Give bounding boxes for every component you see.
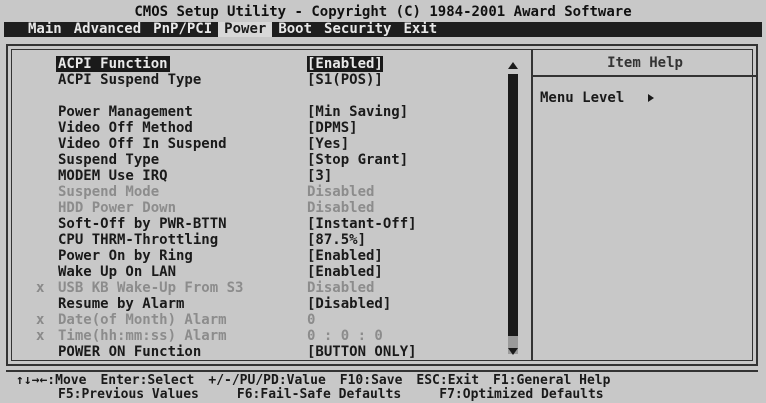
setting-label: Resume by Alarm — [58, 296, 185, 312]
setting-label: POWER ON Function — [58, 344, 202, 360]
setting-label: Power Management — [58, 104, 193, 120]
setting-row[interactable]: CPU THRM-Throttling [87.5%] — [12, 232, 502, 248]
footer-line-1: ↑↓→←:Move Enter:Select +/-/PU/PD:Value F10:… — [16, 374, 610, 388]
tab-exit[interactable]: Exit — [397, 22, 443, 37]
setting-label: Soft-Off by PWR-BTTN — [58, 216, 227, 232]
setting-label: ACPI Function — [56, 56, 170, 72]
arrow-right-icon — [648, 94, 655, 102]
setting-row: x USB KB Wake-Up From S3 Disabled — [12, 280, 502, 296]
setting-label: ACPI Suspend Type — [58, 72, 202, 88]
setting-row[interactable]: Power Management [Min Saving] — [12, 104, 502, 120]
key-help-footer: ↑↓→←:Move Enter:Select +/-/PU/PD:Value F10:… — [6, 370, 758, 402]
tab-main[interactable]: Main — [4, 22, 68, 37]
setting-value[interactable]: [3] — [307, 168, 332, 184]
setting-value[interactable]: [DPMS] — [307, 120, 358, 136]
setting-row[interactable]: Video Off In Suspend [Yes] — [12, 136, 502, 152]
setting-row[interactable]: ACPI Suspend Type [S1(POS)] — [12, 72, 502, 88]
key-hint-general-help: F1:General Help — [493, 373, 611, 388]
setting-label: HDD Power Down — [58, 200, 177, 216]
setting-label: Video Off In Suspend — [58, 136, 227, 152]
setting-row[interactable]: ACPI Function [Enabled] — [12, 56, 502, 72]
menu-bar: Main Advanced PnP/PCI Power Boot Securit… — [4, 22, 762, 37]
setting-value: 0 — [307, 312, 316, 328]
scroll-thumb[interactable] — [508, 74, 518, 336]
setting-row: x Time(hh:mm:ss) Alarm 0 : 0 : 0 — [12, 328, 502, 344]
tab-pnp-pci[interactable]: PnP/PCI — [147, 22, 218, 37]
scrollbar[interactable] — [506, 56, 522, 361]
setting-value[interactable]: [Enabled] — [307, 56, 383, 72]
setting-value[interactable]: [Min Saving] — [307, 104, 408, 120]
key-hint-select: Enter:Select — [100, 373, 195, 388]
scroll-up-arrow-icon[interactable] — [508, 62, 518, 69]
menu-level-label: Menu Level — [540, 90, 625, 106]
setting-value[interactable]: [Enabled] — [307, 248, 383, 264]
tab-advanced[interactable]: Advanced — [68, 22, 147, 37]
key-hint-optimized: F7:Optimized Defaults — [439, 387, 604, 402]
setting-value-highlight[interactable]: [Enabled] — [307, 56, 383, 72]
setting-row[interactable]: Power On by Ring [Enabled] — [12, 248, 502, 264]
setting-value: Disabled — [307, 184, 375, 200]
tab-security[interactable]: Security — [318, 22, 397, 37]
setting-row[interactable]: Resume by Alarm [Disabled] — [12, 296, 502, 312]
setting-value: Disabled — [307, 200, 375, 216]
setting-row[interactable]: Soft-Off by PWR-BTTN [Instant-Off] — [12, 216, 502, 232]
setting-row: HDD Power Down Disabled — [12, 200, 502, 216]
setting-label: Suspend Mode — [58, 184, 160, 200]
setting-row[interactable]: Wake Up On LAN [Enabled] — [12, 264, 502, 280]
setting-mark: x — [36, 312, 45, 328]
setting-value: 0 : 0 : 0 — [307, 328, 383, 344]
setting-value[interactable]: [BUTTON ONLY] — [307, 344, 417, 360]
app-title: CMOS Setup Utility - Copyright (C) 1984-… — [134, 4, 632, 20]
key-hint-previous-values: F5:Previous Values — [58, 387, 199, 402]
setting-label: Video Off Method — [58, 120, 193, 136]
setting-row[interactable]: POWER ON Function [BUTTON ONLY] — [12, 344, 502, 360]
setting-label: Time(hh:mm:ss) Alarm — [58, 328, 227, 344]
setting-value[interactable]: [87.5%] — [307, 232, 366, 248]
setting-row: Suspend Mode Disabled — [12, 184, 502, 200]
setting-value[interactable]: [Instant-Off] — [307, 216, 417, 232]
setting-label: Suspend Type — [58, 152, 160, 168]
setting-label: USB KB Wake-Up From S3 — [58, 280, 244, 296]
setting-mark: x — [36, 328, 45, 344]
panel-divider — [531, 50, 533, 360]
key-hint-save: F10:Save — [339, 373, 403, 388]
key-hint-exit: ESC:Exit — [416, 373, 480, 388]
setting-label: MODEM Use IRQ — [58, 168, 168, 184]
setting-value[interactable]: [S1(POS)] — [307, 72, 383, 88]
setting-value: Disabled — [307, 280, 375, 296]
setting-value[interactable]: [Stop Grant] — [307, 152, 408, 168]
tab-power[interactable]: Power — [218, 22, 273, 37]
menu-level: Menu Level — [540, 90, 655, 106]
setting-row[interactable]: MODEM Use IRQ [3] — [12, 168, 502, 184]
setting-row[interactable]: Video Off Method [DPMS] — [12, 120, 502, 136]
setting-value[interactable]: [Enabled] — [307, 264, 383, 280]
footer-line-2: F5:Previous Values F6:Fail-Safe Defaults F… — [58, 388, 604, 402]
scroll-down-arrow-icon[interactable] — [508, 348, 518, 355]
setting-value[interactable]: [Disabled] — [307, 296, 391, 312]
item-help-title: Item Help — [532, 50, 758, 77]
setting-row: x Date(of Month) Alarm 0 — [12, 312, 502, 328]
panel-frame: ACPI Function [Enabled] ACPI Suspend Type [… — [11, 49, 758, 361]
setting-label: Power On by Ring — [58, 248, 193, 264]
setting-label: Wake Up On LAN — [58, 264, 177, 280]
setting-label: Date(of Month) Alarm — [58, 312, 227, 328]
key-hint-move: ↑↓→←:Move — [16, 373, 87, 388]
key-hint-fail-safe: F6:Fail-Safe Defaults — [236, 387, 402, 402]
setting-mark: x — [36, 280, 45, 296]
setting-label: CPU THRM-Throttling — [58, 232, 219, 248]
setting-row[interactable]: Suspend Type [Stop Grant] — [12, 152, 502, 168]
settings-panel: ACPI Function [Enabled] ACPI Suspend Type [… — [6, 44, 758, 366]
setting-value[interactable]: [Yes] — [307, 136, 349, 152]
tab-boot[interactable]: Boot — [272, 22, 318, 37]
key-hint-value: +/-/PU/PD:Value — [208, 373, 326, 388]
